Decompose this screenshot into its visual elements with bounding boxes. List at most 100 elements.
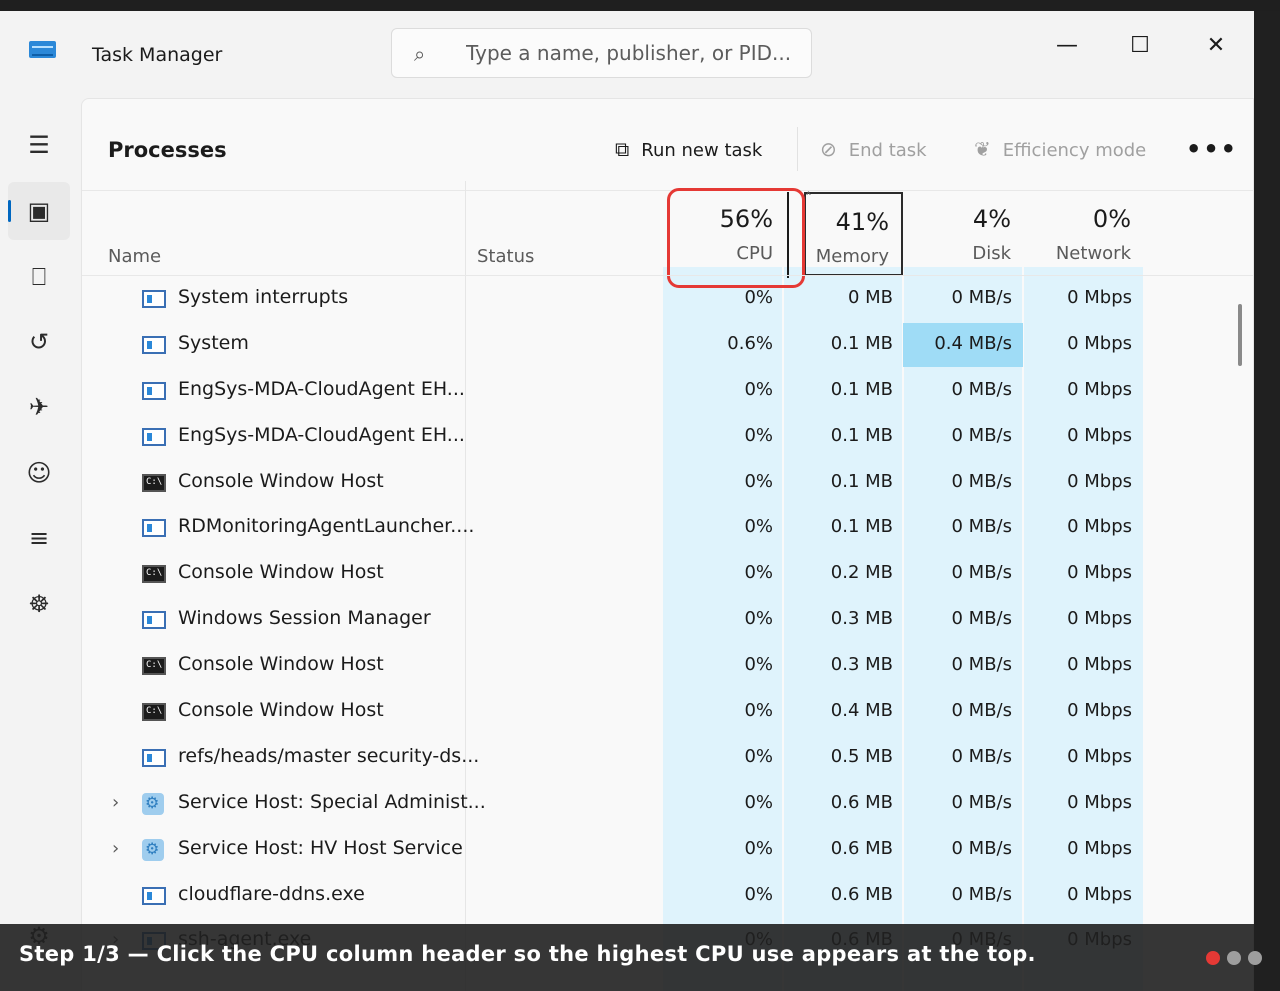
network-label: Network	[1055, 243, 1131, 264]
process-disk: 0 MB/s	[951, 654, 1013, 676]
disk-label: Disk	[972, 243, 1011, 264]
process-row[interactable]: C:\ Console Window Host 0% 0.3 MB 0 MB/s 0 Mb…	[82, 644, 1253, 690]
screen-top-edge	[0, 0, 1280, 11]
process-name: cloudflare-ddns.exe	[178, 882, 365, 905]
process-cpu: 0%	[744, 562, 773, 584]
efficiency-mode-button[interactable]: ❦ Efficiency mode	[974, 126, 1146, 172]
close-button[interactable]: ✕	[1193, 23, 1239, 69]
search-input[interactable]	[466, 37, 796, 69]
process-cpu: 0.6%	[727, 332, 773, 354]
process-memory: 0.1 MB	[830, 516, 893, 538]
expand-chevron-icon[interactable]: ›	[112, 838, 119, 859]
process-name: Service Host: Special Administ...	[178, 790, 486, 813]
process-disk: 0 MB/s	[951, 516, 1013, 538]
process-row[interactable]: C:\ Console Window Host 0% 0.1 MB 0 MB/s 0 Mb…	[82, 461, 1253, 507]
service-gear-icon	[142, 792, 164, 815]
process-row[interactable]: Windows Session Manager 0% 0.3 MB 0 MB/s 0 M…	[82, 598, 1253, 644]
nav-startup-apps[interactable]: ✈	[8, 378, 70, 436]
process-cpu: 0%	[744, 745, 773, 767]
console-window-icon: C:\	[142, 473, 166, 492]
nav-app-history[interactable]: ↺	[8, 313, 70, 371]
maximize-button[interactable]: ☐	[1117, 23, 1163, 69]
processes-panel: Processes ⧉ Run new task ⊘ End task ❦ Effic…	[81, 98, 1254, 991]
network-total-percent: 0%	[1092, 205, 1131, 233]
app-history-icon: ↺	[28, 328, 50, 356]
process-network: 0 Mbps	[1067, 883, 1132, 905]
task-manager-app-icon	[29, 41, 56, 58]
column-header-name[interactable]: Name	[108, 246, 161, 267]
process-network: 0 Mbps	[1067, 332, 1132, 354]
performance-icon: ⎕	[31, 263, 47, 291]
column-header-network[interactable]: 0% Network	[1023, 191, 1143, 275]
process-row[interactable]: › Service Host: Special Administ... 0% 0.6 …	[82, 782, 1253, 828]
process-memory: 0.6 MB	[830, 883, 893, 905]
step-dot-3	[1248, 951, 1262, 965]
process-network: 0 Mbps	[1067, 700, 1132, 722]
process-row[interactable]: System 0.6% 0.1 MB 0.4 MB/s 0 Mbps	[82, 322, 1253, 369]
app-window-icon	[142, 748, 166, 767]
process-network: 0 Mbps	[1067, 791, 1132, 813]
app-window-icon	[142, 427, 166, 446]
process-name: Service Host: HV Host Service	[178, 836, 463, 859]
minimize-button[interactable]: —	[1044, 23, 1090, 69]
nav-users[interactable]: ☺	[8, 444, 70, 502]
process-network: 0 Mbps	[1067, 516, 1132, 538]
process-row[interactable]: cloudflare-ddns.exe 0% 0.6 MB 0 MB/s 0 Mbps	[82, 874, 1253, 920]
nav-details[interactable]: ≡	[8, 509, 70, 567]
process-row[interactable]: C:\ Console Window Host 0% 0.4 MB 0 MB/s 0 Mb…	[82, 690, 1253, 736]
end-task-label: End task	[848, 140, 927, 161]
app-window-icon	[142, 335, 166, 354]
service-gear-icon	[142, 838, 164, 861]
process-network: 0 Mbps	[1067, 424, 1132, 446]
process-row[interactable]: › Service Host: HV Host Service 0% 0.6 MB 0 …	[82, 828, 1253, 874]
hamburger-menu-icon: ☰	[28, 131, 50, 159]
process-name: Windows Session Manager	[178, 607, 431, 630]
process-row[interactable]: EngSys-MDA-CloudAgent EH... 0% 0.1 MB 0 MB/…	[82, 369, 1253, 415]
process-disk: 0 MB/s	[951, 608, 1013, 630]
search-box[interactable]: ⌕	[391, 28, 812, 78]
app-title: Task Manager	[92, 44, 223, 66]
more-options-button[interactable]: •••	[1186, 126, 1238, 172]
process-memory: 0.3 MB	[830, 608, 893, 630]
process-row[interactable]: RDMonitoringAgentLauncher.... 0% 0.1 MB 0 M…	[82, 506, 1253, 552]
process-list: System interrupts 0% 0 MB 0 MB/s 0 Mbps Syste…	[82, 277, 1253, 965]
process-memory: 0.6 MB	[830, 791, 893, 813]
process-disk: 0 MB/s	[951, 745, 1013, 767]
vertical-scrollbar-thumb[interactable]	[1238, 304, 1242, 366]
step-dot-1	[1206, 951, 1220, 965]
search-icon: ⌕	[414, 42, 426, 66]
nav-performance[interactable]: ⎕	[8, 248, 70, 306]
process-name: Console Window Host	[178, 653, 384, 676]
app-window-icon	[142, 611, 166, 630]
process-disk: 0 MB/s	[951, 287, 1013, 308]
expand-chevron-icon[interactable]: ›	[112, 792, 119, 813]
process-cpu: 0%	[744, 700, 773, 722]
console-window-icon: C:\	[142, 657, 166, 676]
desktop-edge	[1254, 11, 1280, 991]
users-icon: ☺	[26, 459, 52, 487]
nav-processes[interactable]: ▣	[8, 182, 70, 240]
nav-hamburger-menu[interactable]: ☰	[8, 116, 70, 174]
process-row[interactable]: EngSys-MDA-CloudAgent EH... 0% 0.1 MB 0 MB/…	[82, 415, 1253, 461]
process-network: 0 Mbps	[1067, 378, 1132, 400]
process-name: Console Window Host	[178, 699, 384, 722]
process-memory: 0.1 MB	[830, 470, 893, 492]
process-name: Console Window Host	[178, 469, 384, 492]
process-cpu: 0%	[744, 516, 773, 538]
process-row[interactable]: C:\ Console Window Host 0% 0.2 MB 0 MB/s 0 Mb…	[82, 552, 1253, 598]
process-row[interactable]: System interrupts 0% 0 MB 0 MB/s 0 Mbps	[82, 277, 1253, 323]
page-title: Processes	[108, 138, 227, 162]
column-header-memory[interactable]: 41% Memory	[804, 192, 903, 276]
task-manager-window: Task Manager ⌕ — ☐ ✕ ☰▣⎕↺✈☺≡☸⚙ Processes…	[0, 11, 1254, 991]
process-network: 0 Mbps	[1067, 837, 1132, 859]
end-task-icon: ⊘	[820, 137, 837, 161]
column-header-disk[interactable]: 4% Disk	[903, 191, 1023, 275]
process-row[interactable]: refs/heads/master security-ds... 0% 0.5 MB…	[82, 736, 1253, 782]
run-new-task-button[interactable]: ⧉ Run new task	[615, 126, 762, 172]
process-disk: 0 MB/s	[951, 424, 1013, 446]
column-header-status[interactable]: Status	[477, 246, 534, 267]
end-task-button[interactable]: ⊘ End task	[820, 126, 927, 172]
process-name: RDMonitoringAgentLauncher....	[178, 515, 475, 538]
nav-services[interactable]: ☸	[8, 575, 70, 633]
processes-icon: ▣	[27, 197, 51, 225]
